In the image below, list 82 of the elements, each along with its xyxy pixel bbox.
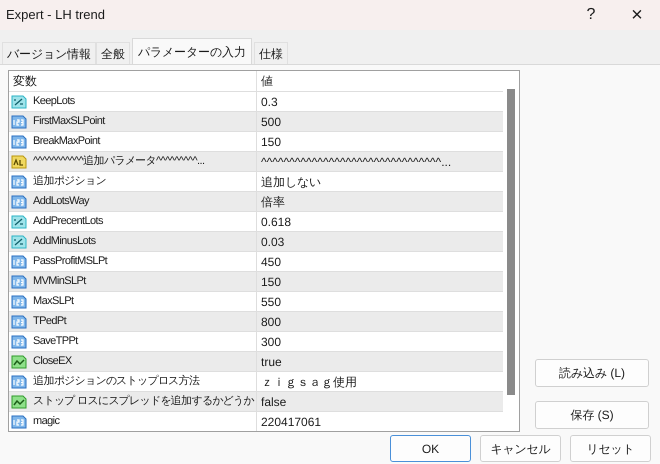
value-cell-text: 150 (260, 134, 282, 150)
table-row[interactable]: AddMinusLots 0.03 (9, 231, 503, 251)
table-row[interactable]: FirstMaxSLPoint 500 (9, 111, 503, 131)
value-cell-text: 800 (260, 314, 282, 330)
tab[interactable]: パラメーターの入力 (132, 38, 252, 64)
value-cell-text: 追加しない (260, 174, 322, 190)
help-button[interactable]: ? (568, 0, 614, 30)
boolean-icon (11, 354, 27, 368)
table-row[interactable]: SaveTPPt 300 (9, 331, 503, 351)
value-cell-text: 450 (260, 254, 282, 270)
value-cell-text: 220417061 (260, 414, 322, 430)
variable-name: TPedPt (33, 314, 66, 330)
fraction-icon (11, 234, 27, 248)
number-icon (11, 174, 27, 188)
fraction-icon (11, 214, 27, 228)
value-cell-text: true (260, 354, 283, 370)
boolean-icon (11, 394, 27, 408)
variable-name: MVMinSLPt (33, 274, 86, 290)
value-cell-text: ｚｉｇｓａｇ使用 (260, 374, 358, 390)
table-row[interactable]: magic 220417061 (9, 411, 503, 431)
number-icon (11, 134, 27, 148)
dialog-button[interactable]: OK (390, 435, 471, 462)
number-icon (11, 194, 27, 208)
dialog-button[interactable]: リセット (570, 435, 651, 462)
table-row[interactable]: AddPrecentLots 0.618 (9, 211, 503, 231)
number-icon (11, 334, 27, 348)
tab[interactable]: 全般 (96, 42, 130, 64)
value-cell-text: 0.03 (260, 234, 286, 250)
table-row[interactable]: ^^^^^^^^^^^追加パラメータ^^^^^^^^^... ^^^^^^^^^^^^^^^^^^^^^^^^^^^^^^^^... (9, 151, 503, 171)
table-row[interactable]: ストップ ロスにスプレッドを追加するかどうか false (9, 391, 503, 411)
value-cell-text: 150 (260, 274, 282, 290)
table-row[interactable]: CloseEX true (9, 351, 503, 371)
number-icon (11, 414, 27, 428)
variable-name: 追加ポジションのストップロス方法 (33, 374, 200, 390)
text-type-icon (11, 154, 27, 168)
value-cell-text: 倍率 (260, 194, 286, 210)
variable-name: CloseEX (33, 354, 72, 370)
fraction-icon (11, 94, 27, 108)
value-cell-text: false (260, 394, 288, 410)
number-icon (11, 114, 27, 128)
value-cell-text: 0.3 (260, 94, 279, 110)
scrollbar-thumb[interactable] (507, 89, 515, 395)
number-icon (11, 274, 27, 288)
variable-name: SaveTPPt (33, 334, 78, 350)
number-icon (11, 314, 27, 328)
variable-name: ^^^^^^^^^^^追加パラメータ^^^^^^^^^... (33, 154, 204, 170)
variable-name: AddPrecentLots (33, 214, 103, 230)
tab[interactable]: 仕様 (254, 42, 288, 64)
table-row[interactable]: AddLotsWay 倍率 (9, 191, 503, 211)
close-button[interactable]: × (614, 0, 660, 30)
number-icon (11, 374, 27, 388)
table-row[interactable]: BreakMaxPoint 150 (9, 131, 503, 151)
table-row[interactable]: 追加ポジション 追加しない (9, 171, 503, 191)
variable-name: ストップ ロスにスプレッドを追加するかどうか (33, 394, 254, 410)
variable-name: KeepLots (33, 94, 75, 110)
variable-name: BreakMaxPoint (33, 134, 100, 150)
number-icon (11, 254, 27, 268)
value-cell-text: ^^^^^^^^^^^^^^^^^^^^^^^^^^^^^^^^... (260, 154, 452, 170)
value-cell-text: 550 (260, 294, 282, 310)
table-row[interactable]: MVMinSLPt 150 (9, 271, 503, 291)
dialog-button[interactable]: キャンセル (480, 435, 561, 462)
tab[interactable]: バージョン情報 (2, 42, 96, 64)
number-icon (11, 294, 27, 308)
value-cell-text: 300 (260, 334, 282, 350)
table-row[interactable]: MaxSLPt 550 (9, 291, 503, 311)
side-button[interactable]: 読み込み (L) (535, 359, 649, 387)
value-cell-text: 0.618 (260, 214, 292, 230)
variable-name: MaxSLPt (33, 294, 74, 310)
variable-name: AddMinusLots (33, 234, 96, 250)
table-row[interactable]: KeepLots 0.3 (9, 91, 503, 111)
column-header[interactable]: 値 (257, 71, 503, 91)
variable-name: FirstMaxSLPoint (33, 114, 105, 130)
window-title: Expert - LH trend (6, 6, 106, 24)
variable-name: magic (33, 414, 60, 430)
value-cell-text: 500 (260, 114, 282, 130)
variable-name: AddLotsWay (33, 194, 89, 210)
table-row[interactable]: 追加ポジションのストップロス方法 ｚｉｇｓａｇ使用 (9, 371, 503, 391)
variable-name: 追加ポジション (33, 174, 106, 190)
table-row[interactable]: TPedPt 800 (9, 311, 503, 331)
variable-name: PassProfitMSLPt (33, 254, 108, 270)
table-row[interactable]: PassProfitMSLPt 450 (9, 251, 503, 271)
side-button[interactable]: 保存 (S) (535, 401, 649, 429)
